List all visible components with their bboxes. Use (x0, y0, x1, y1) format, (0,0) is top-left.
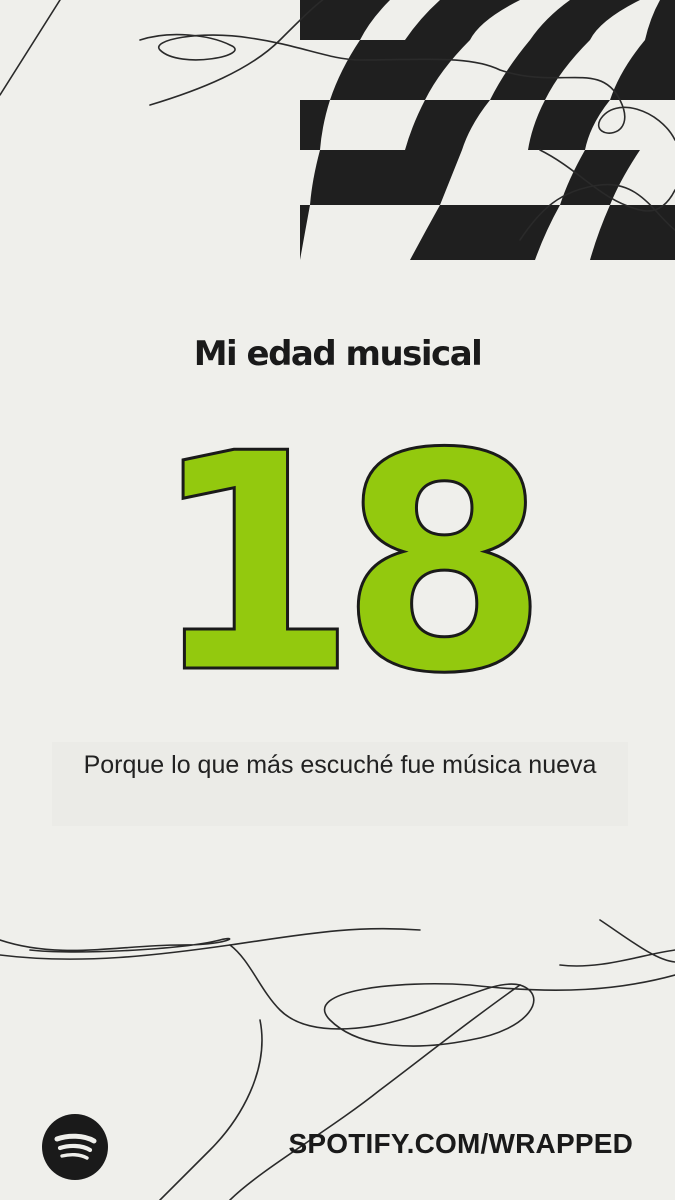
spotify-logo-icon (42, 1114, 108, 1180)
wrapped-link[interactable]: SPOTIFY.COM/WRAPPED (289, 1128, 634, 1160)
card-title: Mi edad musical (193, 334, 483, 374)
card-subtitle: Porque lo que más escuché fue música nue… (83, 751, 597, 779)
musical-age-number: 18 (148, 430, 552, 690)
wrapped-card: Mi edad musical 18 Porque lo que más esc… (0, 0, 675, 1200)
age-value: 18 (149, 430, 532, 690)
